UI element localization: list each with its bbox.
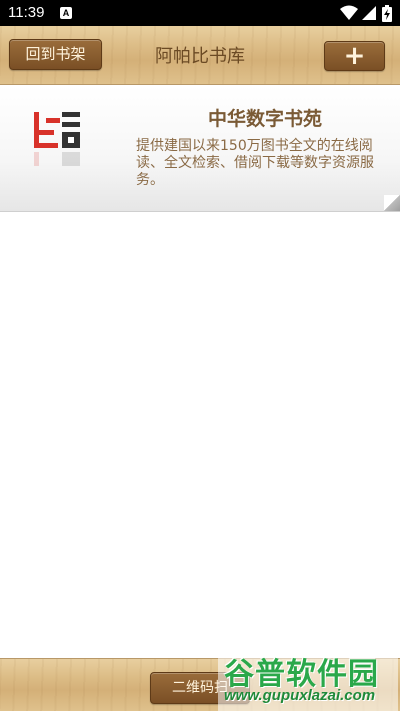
add-button[interactable]: + <box>324 41 385 71</box>
notification-icon: A <box>60 7 72 19</box>
library-card[interactable]: 中华数字书苑 提供建国以来150万图书全文的在线阅读、全文检索、借阅下载等数字资… <box>0 86 400 212</box>
status-time: 11:39 <box>8 4 45 21</box>
watermark: 谷普软件园 www.gupuxlazai.com <box>218 647 398 711</box>
library-description: 提供建国以来150万图书全文的在线阅读、全文检索、借阅下载等数字资源服务。 <box>136 138 374 188</box>
library-logo <box>34 112 80 166</box>
signal-icon <box>362 6 376 20</box>
top-bar: 回到书架 阿帕比书库 + <box>0 26 400 85</box>
battery-icon <box>382 5 392 22</box>
status-bar: 11:39 A <box>0 0 400 26</box>
back-to-shelf-button[interactable]: 回到书架 <box>9 39 102 70</box>
page-title: 阿帕比书库 <box>155 46 245 67</box>
wifi-icon <box>340 5 358 20</box>
library-name: 中华数字书苑 <box>207 108 322 130</box>
watermark-url: www.gupuxlazai.com <box>224 687 376 704</box>
page-curl-corner <box>384 195 400 211</box>
